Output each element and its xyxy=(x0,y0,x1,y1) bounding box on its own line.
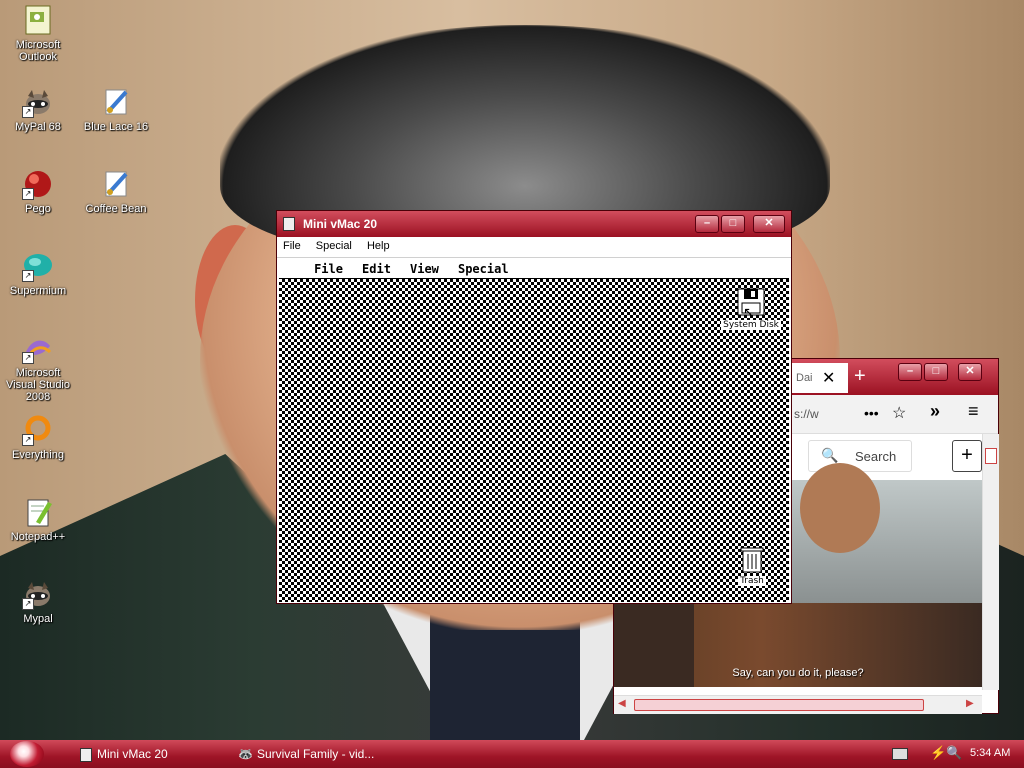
horizontal-scroll-thumb[interactable] xyxy=(634,699,924,711)
search-icon: 🔍 xyxy=(821,447,839,463)
browser-toolbar: s://w ••• ☆ » ≡ xyxy=(792,395,998,434)
vmac-close-button[interactable]: ✕ xyxy=(753,215,785,233)
desktop-icon-coffeebean[interactable]: Coffee Bean xyxy=(78,168,154,215)
browser-close-button[interactable]: ✕ xyxy=(958,363,982,381)
taskbar-item-mini-vmac[interactable]: Mini vMac 20 xyxy=(80,744,220,764)
mac-menu-edit[interactable]: Edit xyxy=(354,258,399,276)
mac-desktop[interactable]: ↖ System Disk Trash xyxy=(279,279,789,602)
desktop-icon-outlook[interactable]: Microsoft Outlook xyxy=(0,4,76,63)
desktop-icon-pego[interactable]: ↗ Pego xyxy=(0,168,76,215)
vmac-host-menubar: File Special Help xyxy=(277,237,791,258)
browser-tab[interactable]: Dai ✕ xyxy=(792,363,848,393)
desktop-icon-label: Mypal xyxy=(23,613,53,625)
outlook-icon xyxy=(22,4,54,36)
browser-maximize-button[interactable]: □ xyxy=(924,363,948,381)
video-subtitle: Say, can you do it, please? xyxy=(732,667,864,679)
search-label: Search xyxy=(855,449,897,464)
vmac-window-title: Mini vMac 20 xyxy=(303,217,378,231)
system-tray: ⚡ 🔍 5:34 AM xyxy=(884,740,1024,768)
taskbar-item-browser[interactable]: 🦝 Survival Family - vid... xyxy=(238,744,408,764)
taskbar-item-label: Survival Family - vid... xyxy=(256,747,375,761)
search-icon[interactable]: 🔍 xyxy=(946,745,962,761)
desktop-icon-supermium[interactable]: ↗ Supermium xyxy=(0,250,76,297)
overflow-chevron-icon[interactable]: » xyxy=(930,401,940,422)
video-person-face xyxy=(800,463,880,553)
add-button[interactable]: + xyxy=(952,440,982,472)
desktop-icon-mypal68[interactable]: ↗ MyPal 68 xyxy=(0,86,76,133)
trash-can-icon xyxy=(740,547,764,573)
page-actions-icon[interactable]: ••• xyxy=(864,405,879,421)
new-tab-icon[interactable]: + xyxy=(854,365,866,388)
shortcut-arrow-icon: ↗ xyxy=(22,598,34,610)
video-player[interactable]: Say, can you do it, please? xyxy=(614,463,982,687)
desktop-icon-label: Supermium xyxy=(9,285,67,297)
menu-help[interactable]: Help xyxy=(361,237,396,252)
desktop-icon-mypal[interactable]: ↗ Mypal xyxy=(0,578,76,625)
desktop-icon-label: Microsoft Outlook xyxy=(15,39,61,63)
horizontal-scrollbar[interactable]: ◀ ▶ xyxy=(614,695,982,714)
visual-studio-icon: ↗ xyxy=(22,332,54,364)
shortcut-arrow-icon: ↗ xyxy=(22,434,34,446)
raccoon-icon: 🦝 xyxy=(238,747,253,761)
raccoon-icon: ↗ xyxy=(22,578,54,610)
desktop-icon-label: MyPal 68 xyxy=(15,121,61,133)
desktop-icon-label: Blue Lace 16 xyxy=(83,121,149,133)
search-ring-icon: ↗ xyxy=(22,414,54,446)
mouse-cursor-icon: ↖ xyxy=(743,305,755,321)
system-disk[interactable]: ↖ System Disk xyxy=(719,287,783,330)
menu-file[interactable]: File xyxy=(277,237,307,252)
trash-label: Trash xyxy=(738,576,766,586)
bookmark-star-icon[interactable]: ☆ xyxy=(892,403,906,423)
raccoon-icon: ↗ xyxy=(22,86,54,118)
desktop-icon-label: Pego xyxy=(25,203,51,215)
scroll-left-icon[interactable]: ◀ xyxy=(618,698,626,709)
tab-title: Dai xyxy=(796,372,813,384)
taskbar-item-label: Mini vMac 20 xyxy=(97,747,168,761)
paint-icon xyxy=(100,86,132,118)
mac-menu-special[interactable]: Special xyxy=(450,258,517,276)
address-bar[interactable]: s://w xyxy=(794,407,819,421)
taskbar: Mini vMac 20 🦝 Survival Family - vid... ⚡… xyxy=(0,740,1024,768)
desktop-icon-notepadpp[interactable]: Notepad++ xyxy=(0,496,76,543)
shortcut-arrow-icon: ↗ xyxy=(22,106,34,118)
vmac-minimize-button[interactable]: – xyxy=(695,215,719,233)
mac-menu-view[interactable]: View xyxy=(402,258,447,276)
network-icon[interactable]: ⚡ xyxy=(930,745,946,761)
clock[interactable]: 5:34 AM xyxy=(970,747,1010,759)
shortcut-arrow-icon: ↗ xyxy=(22,188,34,200)
desktop-icon-everything[interactable]: ↗ Everything xyxy=(0,414,76,461)
red-ball-icon: ↗ xyxy=(22,168,54,200)
mini-vmac-window: Mini vMac 20 – □ ✕ File Special Help Fil… xyxy=(276,210,792,604)
start-button[interactable] xyxy=(10,741,44,767)
mac-menu-file[interactable]: File xyxy=(306,258,351,276)
vertical-scroll-thumb[interactable] xyxy=(985,448,997,464)
desktop-icon-label: Coffee Bean xyxy=(85,203,147,215)
paint-icon xyxy=(100,168,132,200)
hamburger-menu-icon[interactable]: ≡ xyxy=(968,401,979,422)
supermium-icon: ↗ xyxy=(22,250,54,282)
vertical-scrollbar[interactable] xyxy=(982,434,999,690)
desktop-icon-label: Microsoft Visual Studio 2008 xyxy=(5,367,70,403)
keyboard-icon[interactable] xyxy=(892,748,908,760)
desktop-icon-bluelace16[interactable]: Blue Lace 16 xyxy=(78,86,154,133)
emulated-mac-screen[interactable]: File Edit View Special ↖ System Disk Tra… xyxy=(279,258,789,602)
vmac-app-icon xyxy=(283,217,295,231)
tab-close-icon[interactable]: ✕ xyxy=(822,368,835,388)
mac-menubar: File Edit View Special xyxy=(279,258,789,279)
vmac-titlebar[interactable]: Mini vMac 20 – □ ✕ xyxy=(277,211,791,237)
menu-special[interactable]: Special xyxy=(310,237,358,252)
vmac-app-icon xyxy=(80,747,92,762)
shortcut-arrow-icon: ↗ xyxy=(22,352,34,364)
desktop-icon-label: Notepad++ xyxy=(10,531,66,543)
browser-minimize-button[interactable]: – xyxy=(898,363,922,381)
apple-menu-icon[interactable] xyxy=(279,269,303,273)
desktop-icon-visual-studio[interactable]: ↗ Microsoft Visual Studio 2008 xyxy=(0,332,76,403)
trash[interactable]: Trash xyxy=(735,547,769,586)
notepad-icon xyxy=(22,496,54,528)
desktop-icon-label: Everything xyxy=(12,449,64,461)
scroll-right-icon[interactable]: ▶ xyxy=(966,698,974,709)
shortcut-arrow-icon: ↗ xyxy=(22,270,34,282)
system-disk-label: System Disk xyxy=(721,320,781,330)
vmac-maximize-button[interactable]: □ xyxy=(721,215,745,233)
